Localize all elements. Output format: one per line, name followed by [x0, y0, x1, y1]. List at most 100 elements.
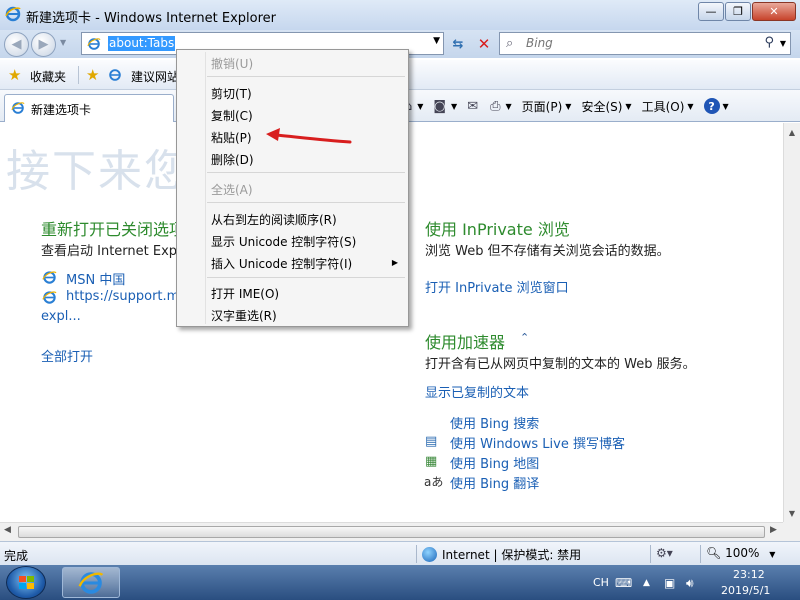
open-all-link[interactable]: 全部打开 — [41, 346, 93, 365]
zoom-dropdown-icon: ▼ — [769, 550, 776, 559]
page-menu-button[interactable]: 页面(P) ▼ — [522, 98, 572, 115]
forward-button[interactable]: ▶ — [31, 32, 56, 57]
page-menu-label: 页面(P) — [521, 99, 563, 114]
horizontal-scrollbar[interactable]: ◀ ▶ — [0, 522, 783, 541]
menu-separator — [207, 202, 405, 203]
title-bar: 新建选项卡 - Windows Internet Explorer — ❐ ✕ — [0, 0, 800, 30]
zoom-level-label: 100% — [725, 546, 760, 560]
tools-menu-button[interactable]: 工具(O) ▼ — [642, 98, 694, 115]
scroll-left-icon[interactable]: ◀ — [4, 525, 11, 535]
menu-item-delete[interactable]: 删除(D) — [211, 151, 254, 168]
keyboard-icon[interactable]: ⌨ — [615, 576, 632, 590]
menu-item-open-ime[interactable]: 打开 IME(O) — [211, 285, 279, 302]
stop-button[interactable]: ✕ — [473, 34, 495, 54]
favorites-star-icon[interactable]: ★ — [8, 66, 21, 84]
accelerators-description: 打开含有已从网页中复制的文本的 Web 服务。 — [425, 357, 696, 372]
menu-item-rtl-reading-order[interactable]: 从右到左的阅读顺序(R) — [211, 211, 337, 228]
back-button[interactable]: ◀ — [4, 32, 29, 57]
suggested-sites-icon — [108, 68, 122, 85]
show-copied-text-link[interactable]: 显示已复制的文本 — [425, 382, 529, 401]
favorites-button[interactable]: 收藏夹 — [30, 68, 66, 85]
print-button[interactable]: ⎙ ▼ — [490, 99, 512, 114]
menu-item-undo[interactable]: 撤销(U) — [211, 55, 253, 72]
security-zone[interactable]: Internet | 保护模式: 禁用 — [422, 546, 581, 563]
menu-item-reconversion[interactable]: 汉字重选(R) — [211, 307, 277, 324]
minimize-button[interactable]: — — [698, 2, 724, 21]
collapse-chevron-icon[interactable]: ⌃ — [520, 331, 529, 344]
addons-icon[interactable]: ⚙▾ — [656, 546, 673, 560]
windows-logo-icon — [19, 576, 34, 589]
safety-menu-label: 安全(S) — [581, 99, 623, 114]
volume-icon[interactable]: 🔊︎ — [686, 576, 694, 591]
show-hidden-icons-icon[interactable]: ▲ — [643, 578, 650, 588]
menu-item-paste[interactable]: 粘贴(P) — [211, 129, 252, 146]
menu-item-show-unicode[interactable]: 显示 Unicode 控制字符(S) — [211, 233, 356, 250]
horizontal-scroll-thumb[interactable] — [18, 526, 765, 538]
search-options-dropdown[interactable]: ▼ — [780, 39, 786, 48]
favorites-divider — [78, 66, 79, 84]
refresh-button[interactable]: ⇆ — [447, 34, 469, 54]
search-box[interactable]: ⌕ ⚲ ▼ — [499, 32, 791, 55]
open-inprivate-link[interactable]: 打开 InPrivate 浏览窗口 — [425, 277, 569, 296]
menu-item-select-all[interactable]: 全选(A) — [211, 181, 253, 198]
menu-item-insert-unicode[interactable]: 插入 Unicode 控制字符(I) — [211, 255, 352, 272]
ie-logo-icon — [5, 6, 21, 25]
accelerator-windows-live-blog[interactable]: 使用 Windows Live 撰写博客 — [450, 433, 625, 452]
status-divider — [700, 545, 701, 563]
maximize-button[interactable]: ❐ — [725, 2, 751, 21]
refresh-icon: ⇆ — [452, 36, 464, 52]
closed-tab-link-support-cont[interactable]: expl... — [41, 309, 81, 324]
map-icon: ▦ — [425, 454, 438, 469]
network-icon[interactable]: ▣ — [664, 576, 675, 590]
accelerator-bing-translate[interactable]: 使用 Bing 翻译 — [450, 473, 539, 492]
taskbar-ie-button[interactable] — [62, 567, 120, 598]
tab-new-tab[interactable]: 新建选项卡 — [4, 94, 174, 122]
forward-arrow-icon: ▶ — [38, 37, 49, 52]
inprivate-title: 使用 InPrivate 浏览 — [425, 220, 570, 239]
close-button[interactable]: ✕ — [752, 2, 796, 21]
submenu-arrow-icon: ▶ — [391, 258, 398, 267]
status-text: 完成 — [4, 549, 29, 563]
accelerator-bing-search[interactable]: 使用 Bing 搜索 — [450, 413, 539, 432]
search-icon[interactable]: ⚲ — [764, 35, 774, 50]
safety-menu-button[interactable]: 安全(S) ▼ — [581, 98, 631, 115]
inprivate-description: 浏览 Web 但不存储有关浏览会话的数据。 — [425, 244, 670, 259]
clock-date[interactable]: 2019/5/1 — [721, 584, 770, 597]
accelerators-title: 使用加速器 — [425, 333, 506, 352]
address-url-text[interactable]: about:Tabs — [108, 36, 176, 51]
scroll-right-icon[interactable]: ▶ — [770, 525, 777, 535]
recent-pages-dropdown[interactable]: ▼ — [60, 38, 66, 47]
menu-separator — [207, 172, 405, 173]
input-language-indicator[interactable]: CH — [593, 576, 609, 589]
address-dropdown-icon[interactable]: ▼ — [433, 36, 440, 46]
printer-icon: ⎙ — [490, 98, 501, 114]
annotation-arrow-icon — [266, 128, 352, 144]
search-input[interactable] — [526, 36, 726, 50]
menu-separator — [207, 76, 405, 77]
status-bar: 完成 Internet | 保护模式: 禁用 ⚙▾ 🔍︎ 100% ▼ — [0, 541, 800, 565]
menu-item-copy[interactable]: 复制(C) — [211, 107, 253, 124]
ie-taskbar-icon — [78, 571, 104, 594]
zoom-level-button[interactable]: 🔍︎ 100% ▼ — [706, 546, 775, 560]
accelerator-bing-maps[interactable]: 使用 Bing 地图 — [450, 453, 539, 472]
suggested-sites-link[interactable]: 建议网站 — [131, 68, 179, 85]
scrollbar-corner — [783, 522, 800, 541]
command-bar: ⌂▼ ◙▼ ✉ ⎙▼ 页面(P)▼ 安全(S)▼ 工具(O)▼ ?▼ — [404, 96, 739, 116]
closed-tab-link-support[interactable]: https://support.m — [66, 289, 179, 304]
page-icon — [87, 37, 101, 54]
scroll-down-icon[interactable]: ▼ — [784, 505, 800, 521]
scroll-up-icon[interactable]: ▲ — [784, 124, 800, 140]
menu-item-cut[interactable]: 剪切(T) — [211, 85, 252, 102]
status-divider — [650, 545, 651, 563]
start-button[interactable] — [6, 566, 46, 599]
closed-tab-link-msn[interactable]: MSN 中国 — [66, 269, 125, 288]
feeds-button[interactable]: ◙ ▼ — [433, 99, 457, 114]
menu-separator — [207, 277, 405, 278]
read-mail-button[interactable]: ✉ — [467, 99, 480, 114]
vertical-scrollbar[interactable]: ▲ ▼ — [783, 123, 800, 522]
msn-site-icon — [42, 270, 57, 288]
clock-time[interactable]: 23:12 — [733, 568, 765, 581]
help-icon: ? — [703, 98, 720, 114]
help-menu-button[interactable]: ? ▼ — [703, 98, 729, 114]
add-to-favorites-bar-icon[interactable]: ★ — [86, 66, 99, 84]
